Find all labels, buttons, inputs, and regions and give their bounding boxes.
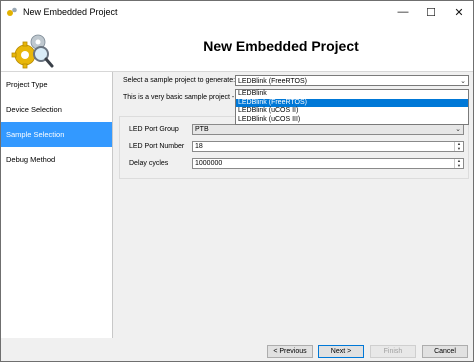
sample-option[interactable]: LEDBlink (uCOS III) (236, 116, 468, 125)
app-icon (7, 7, 17, 16)
delay-cycles-value: 1000000 (195, 160, 223, 167)
wizard-footer: < Previous Next > Finish Cancel (1, 338, 473, 361)
delay-cycles-label: Delay cycles (129, 160, 169, 167)
chevron-down-icon: ⌄ (460, 78, 466, 85)
spin-down-icon[interactable]: ▼ (455, 163, 463, 169)
led-port-number-spinner[interactable]: ▲ ▼ (454, 141, 463, 152)
delay-cycles-input[interactable]: 1000000 ▲ ▼ (192, 158, 464, 169)
wizard-steps: Project Type Device Selection Sample Sel… (1, 72, 113, 338)
sample-description: This is a very basic sample project - (123, 94, 235, 101)
led-port-group-select[interactable]: PTB ⌄ (192, 124, 464, 135)
cancel-button[interactable]: Cancel (422, 345, 468, 358)
page-heading: New Embedded Project (203, 38, 359, 54)
sample-prompt-label: Select a sample project to generate: (123, 77, 236, 84)
step-device-selection[interactable]: Device Selection (1, 97, 112, 122)
spin-down-icon[interactable]: ▼ (455, 146, 463, 152)
sample-option-highlighted[interactable]: LEDBlink (FreeRTOS) (236, 98, 468, 107)
delay-cycles-spinner[interactable]: ▲ ▼ (454, 158, 463, 169)
sample-selected-value: LEDBlink (FreeRTOS) (238, 78, 307, 85)
window-title: New Embedded Project (23, 7, 118, 17)
led-port-number-value: 18 (195, 143, 203, 150)
sample-project-dropdown[interactable]: LEDBlink (FreeRTOS) ⌄ (235, 75, 469, 86)
gears-magnifier-icon (11, 34, 54, 69)
sample-option[interactable]: LEDBlink (uCOS II) (236, 107, 468, 116)
sample-options-list: LEDBlink LEDBlink (FreeRTOS) LEDBlink (u… (235, 89, 469, 125)
finish-button[interactable]: Finish (370, 345, 416, 358)
chevron-down-icon: ⌄ (455, 126, 461, 133)
sample-settings-group: LED Port Group PTB ⌄ LED Port Number 18 … (119, 116, 469, 179)
close-button[interactable]: ✕ (445, 1, 473, 23)
step-debug-method[interactable]: Debug Method (1, 147, 112, 172)
led-port-group-value: PTB (195, 126, 209, 133)
wizard-header: New Embedded Project (1, 23, 473, 72)
next-button[interactable]: Next > (318, 345, 364, 358)
new-project-window: New Embedded Project — ☐ ✕ New Embedded … (0, 0, 474, 362)
maximize-button[interactable]: ☐ (417, 1, 445, 23)
led-port-group-label: LED Port Group (129, 126, 179, 133)
sample-option[interactable]: LEDBlink (236, 90, 468, 99)
previous-button[interactable]: < Previous (267, 345, 313, 358)
title-bar: New Embedded Project — ☐ ✕ (1, 1, 473, 23)
step-project-type[interactable]: Project Type (1, 72, 112, 97)
led-port-number-input[interactable]: 18 ▲ ▼ (192, 141, 464, 152)
sample-selection-panel: Select a sample project to generate: LED… (119, 72, 471, 338)
led-port-number-label: LED Port Number (129, 143, 185, 150)
minimize-button[interactable]: — (389, 1, 417, 23)
step-sample-selection[interactable]: Sample Selection (1, 122, 112, 147)
